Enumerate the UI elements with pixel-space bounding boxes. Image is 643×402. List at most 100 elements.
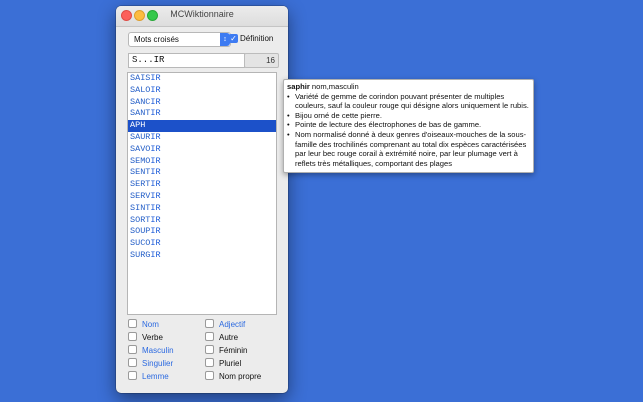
result-prefix: APH [130, 120, 146, 131]
filter-label: Nom [142, 320, 159, 329]
definition-text: Variété de gemme de corindon pouvant pré… [295, 91, 529, 111]
result-prefix: SAIS [130, 73, 151, 83]
checkbox-box[interactable] [128, 371, 137, 380]
tooltip-word-info: nom,masculin [311, 82, 359, 91]
bullet-icon: • [287, 120, 290, 130]
result-row[interactable]: SAVOIR [128, 144, 276, 156]
filter-label: Adjectif [219, 320, 246, 329]
result-prefix: SERV [130, 190, 151, 201]
results-list[interactable]: SAISIR SALOIR SANCIR SANTIR APH SAURIR SAVOI… [127, 72, 277, 315]
result-suffix: IR [150, 167, 161, 178]
result-row[interactable]: SANCIR [128, 97, 276, 109]
result-prefix: SUCO [130, 238, 151, 249]
definition-text: Nom normalisé donné à deux genres d'oise… [295, 129, 527, 168]
result-row[interactable]: SERTIR [128, 179, 276, 191]
checkbox-box[interactable] [205, 371, 214, 380]
tooltip-header: saphir nom,masculin [287, 82, 530, 92]
result-suffix: IR [150, 226, 161, 237]
filter-label: Autre [219, 333, 239, 342]
result-suffix: IR [150, 190, 161, 201]
result-suffix: IR [150, 202, 161, 213]
checkbox-box[interactable] [205, 358, 214, 367]
filter-checkbox[interactable]: Féminin [205, 345, 247, 356]
result-suffix: IR [150, 238, 161, 249]
filter-checkbox[interactable]: Nom [128, 319, 159, 330]
result-suffix: IR [150, 143, 161, 154]
result-suffix: IR [150, 96, 161, 107]
definition-label: Définition [240, 34, 274, 43]
result-row[interactable]: SENTIR [128, 167, 276, 179]
definition-text: Bijou orné de cette pierre. [295, 110, 382, 120]
result-prefix: SOUP [130, 226, 151, 237]
result-prefix: SANC [130, 96, 151, 107]
result-suffix: IR [150, 155, 161, 166]
result-suffix: IR [150, 131, 161, 142]
checkbox-box[interactable] [128, 345, 137, 354]
result-prefix: SAVO [130, 143, 151, 154]
checkbox-box[interactable] [128, 358, 137, 367]
definition-tooltip: saphir nom,masculin • Variété de gemme de… [283, 79, 534, 173]
definition-item: • Bijou orné de cette pierre. [287, 111, 530, 121]
result-prefix: SURG [130, 249, 151, 260]
result-row[interactable]: SALOIR [128, 85, 276, 97]
result-row[interactable]: SEMOIR [128, 156, 276, 168]
window-title: MCWiktionnaire [170, 9, 234, 19]
filter-label: Singulier [142, 359, 174, 368]
definition-item: • Pointe de lecture des électrophones de … [287, 120, 530, 130]
mode-select[interactable]: Mots croisés ↕ [128, 32, 231, 47]
result-count: 16 [244, 53, 279, 68]
filter-checkbox[interactable]: Adjectif [205, 319, 245, 330]
definition-item: • Variété de gemme de corindon pouvant pr… [287, 92, 530, 111]
result-suffix: IR [150, 249, 161, 260]
result-row[interactable]: SAISIR [128, 73, 276, 85]
filter-label: Pluriel [219, 359, 242, 368]
result-row[interactable]: SAURIR [128, 132, 276, 144]
result-prefix: SENT [130, 167, 151, 178]
mode-select-value: Mots croisés [134, 35, 179, 44]
result-row[interactable]: SINTIR [128, 203, 276, 215]
checkbox-box[interactable] [128, 319, 137, 328]
result-prefix: SAUR [130, 131, 151, 142]
title-bar[interactable]: MCWiktionnaire [116, 6, 288, 27]
tooltip-word: saphir [287, 82, 310, 91]
result-row[interactable]: APH [128, 120, 276, 132]
result-row[interactable]: SUCOIR [128, 238, 276, 250]
bullet-icon: • [287, 110, 290, 120]
result-prefix: SEMO [130, 155, 151, 166]
filter-label: Lemme [142, 372, 169, 381]
filter-checkbox[interactable]: Singulier [128, 358, 173, 369]
result-prefix: SORT [130, 214, 151, 225]
main-window: MCWiktionnaire Mots croisés ↕ ✓ Définiti… [116, 6, 288, 393]
result-prefix: SERT [130, 179, 151, 190]
result-prefix: SALO [130, 84, 151, 95]
result-suffix: IR [150, 179, 161, 190]
result-suffix: IR [150, 73, 161, 83]
filter-checkbox[interactable]: Lemme [128, 371, 169, 382]
filter-checkbox[interactable]: Masculin [128, 345, 174, 356]
filter-checkbox[interactable]: Verbe [128, 332, 163, 343]
definition-checkbox[interactable]: ✓ [229, 34, 238, 43]
bullet-icon: • [287, 91, 290, 101]
filter-label: Nom propre [219, 372, 262, 381]
checkbox-box[interactable] [205, 319, 214, 328]
filter-checkbox[interactable]: Pluriel [205, 358, 241, 369]
definition-item: • Nom normalisé donné à deux genres d'ois… [287, 130, 530, 168]
bullet-icon: • [287, 129, 290, 139]
filter-checkbox[interactable]: Autre [205, 332, 238, 343]
pattern-input[interactable]: S...IR [128, 53, 245, 68]
result-suffix: IR [150, 108, 161, 119]
result-suffix [145, 120, 155, 130]
checkbox-box[interactable] [205, 332, 214, 341]
checkbox-box[interactable] [205, 345, 214, 354]
result-row[interactable]: SERVIR [128, 191, 276, 203]
checkbox-box[interactable] [128, 332, 137, 341]
result-suffix: IR [150, 214, 161, 225]
result-suffix: IR [150, 84, 161, 95]
filter-checkbox[interactable]: Nom propre [205, 371, 261, 382]
result-row[interactable]: SANTIR [128, 108, 276, 120]
filter-label: Masculin [142, 346, 174, 355]
result-row[interactable]: SORTIR [128, 215, 276, 227]
definition-text: Pointe de lecture des électrophones de b… [295, 120, 482, 130]
result-row[interactable]: SURGIR [128, 250, 276, 262]
result-row[interactable]: SOUPIR [128, 226, 276, 238]
